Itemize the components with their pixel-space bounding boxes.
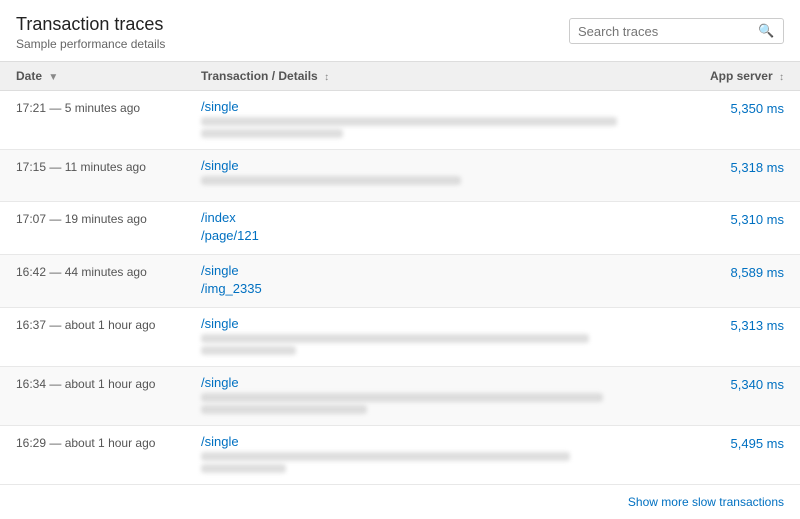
blurred-detail: [201, 464, 286, 473]
cell-transaction: /single: [201, 99, 674, 141]
blurred-detail: [201, 117, 617, 126]
blurred-detail: [201, 452, 570, 461]
cell-transaction: /single: [201, 434, 674, 476]
page-header: Transaction traces Sample performance de…: [0, 0, 800, 61]
col-header-appserver: App server ↕: [674, 69, 784, 83]
cell-date: 17:21 — 5 minutes ago: [16, 99, 201, 115]
show-more-link[interactable]: Show more slow transactions: [628, 495, 784, 509]
cell-date: 16:37 — about 1 hour ago: [16, 316, 201, 332]
transaction-link[interactable]: /index: [201, 210, 674, 225]
transaction-link-secondary[interactable]: /page/121: [201, 228, 674, 243]
cell-duration: 5,313 ms: [674, 316, 784, 333]
blurred-detail: [201, 393, 603, 402]
table-row: 16:29 — about 1 hour ago /single 5,495 m…: [0, 426, 800, 485]
transaction-link[interactable]: /single: [201, 263, 674, 278]
cell-date: 17:15 — 11 minutes ago: [16, 158, 201, 174]
page-title: Transaction traces: [16, 14, 165, 35]
cell-date: 16:29 — about 1 hour ago: [16, 434, 201, 450]
table-row: 17:07 — 19 minutes ago /index /page/121 …: [0, 202, 800, 255]
cell-duration: 5,310 ms: [674, 210, 784, 227]
cell-transaction: /single: [201, 158, 674, 188]
title-block: Transaction traces Sample performance de…: [16, 14, 165, 51]
blurred-detail: [201, 176, 461, 185]
blurred-detail: [201, 334, 589, 343]
transaction-link[interactable]: /single: [201, 316, 674, 331]
col-header-date: Date ▼: [16, 69, 201, 83]
table-row: 16:34 — about 1 hour ago /single 5,340 m…: [0, 367, 800, 426]
table-row: 17:15 — 11 minutes ago /single 5,318 ms: [0, 150, 800, 202]
search-input[interactable]: [578, 24, 758, 39]
table-row: 16:42 — 44 minutes ago /single /img_2335…: [0, 255, 800, 308]
col-header-transaction: Transaction / Details ↕: [201, 69, 674, 83]
cell-duration: 5,495 ms: [674, 434, 784, 451]
sort-icon-date[interactable]: ▼: [48, 72, 58, 83]
cell-transaction: /single: [201, 375, 674, 417]
cell-date: 17:07 — 19 minutes ago: [16, 210, 201, 226]
cell-date: 16:34 — about 1 hour ago: [16, 375, 201, 391]
cell-duration: 5,340 ms: [674, 375, 784, 392]
cell-transaction: /single /img_2335: [201, 263, 674, 299]
table-header: Date ▼ Transaction / Details ↕ App serve…: [0, 62, 800, 91]
transaction-link[interactable]: /single: [201, 375, 674, 390]
transaction-link-secondary[interactable]: /img_2335: [201, 281, 674, 296]
table-row: 17:21 — 5 minutes ago /single 5,350 ms: [0, 91, 800, 150]
cell-duration: 8,589 ms: [674, 263, 784, 280]
search-icon: 🔍: [758, 23, 774, 39]
traces-table: Date ▼ Transaction / Details ↕ App serve…: [0, 61, 800, 485]
search-box[interactable]: 🔍: [569, 18, 784, 44]
table-row: 16:37 — about 1 hour ago /single 5,313 m…: [0, 308, 800, 367]
cell-transaction: /single: [201, 316, 674, 358]
blurred-detail: [201, 346, 296, 355]
footer-area: Show more slow transactions: [0, 485, 800, 519]
cell-transaction: /index /page/121: [201, 210, 674, 246]
blurred-detail: [201, 129, 343, 138]
cell-duration: 5,350 ms: [674, 99, 784, 116]
transaction-link[interactable]: /single: [201, 158, 674, 173]
sort-icon-transaction[interactable]: ↕: [324, 72, 329, 83]
transaction-link[interactable]: /single: [201, 99, 674, 114]
transaction-link[interactable]: /single: [201, 434, 674, 449]
page-subtitle: Sample performance details: [16, 37, 165, 51]
cell-duration: 5,318 ms: [674, 158, 784, 175]
cell-date: 16:42 — 44 minutes ago: [16, 263, 201, 279]
blurred-detail: [201, 405, 367, 414]
sort-icon-appserver[interactable]: ↕: [779, 72, 784, 83]
